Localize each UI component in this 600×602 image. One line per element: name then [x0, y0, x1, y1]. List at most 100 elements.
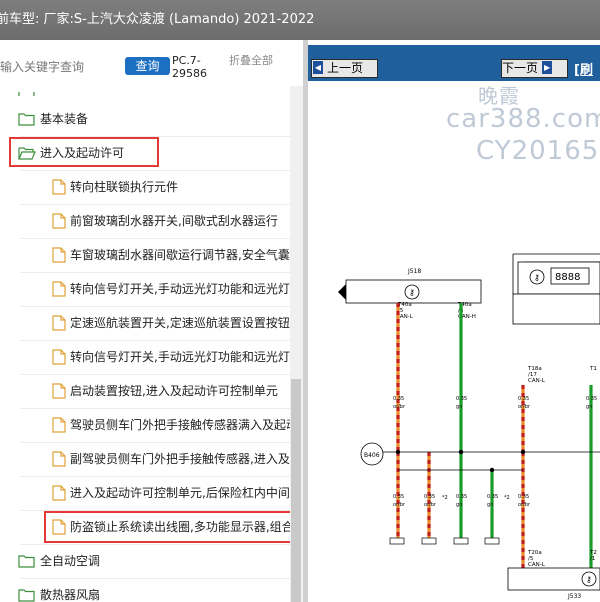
- tree-scrollbar[interactable]: [290, 86, 303, 602]
- watermark-cy: CY20165: [476, 136, 600, 166]
- tree-item-doc[interactable]: 副驾驶员侧车门外把手接触传感器,进入及起动: [52, 444, 290, 474]
- highlight-box-immobilizer: [44, 511, 297, 543]
- wire-label: gn: [456, 404, 462, 410]
- collapse-all-button[interactable]: 折叠全部: [229, 54, 277, 67]
- connector-arrow: [338, 284, 346, 300]
- junction-dot: [458, 449, 464, 455]
- document-icon: [52, 212, 66, 229]
- tree-divider: [20, 204, 290, 205]
- wire-label: gn: [487, 502, 493, 508]
- folder-icon: [18, 588, 35, 602]
- label-b406: B406: [364, 452, 380, 459]
- tree-item-label: 进入及起动许可控制单元,后保险杠内中间: [70, 486, 290, 500]
- tree-item-doc[interactable]: 转向信号灯开关,手动远光灯功能和远光灯: [52, 342, 290, 372]
- window-titlebar: 前车型: 厂家:S-上汽大众凌渡 (Lamando) 2021-2022: [0, 0, 600, 40]
- diagram-viewer: ◀ 上一页 下一页 ▶ [刷 J518 ⚷ T40a /5 CAN-L T40a /…: [308, 40, 600, 602]
- tree-item-doc[interactable]: 启动装置按钮,进入及起动许可控制单元: [52, 376, 290, 406]
- wire-label: or/br: [518, 502, 531, 508]
- document-icon: [52, 484, 66, 501]
- wire-note: *2: [504, 495, 510, 501]
- tree-item-label: 车窗玻璃刮水器间歇运行调节器,安全气囊: [70, 248, 290, 262]
- component-box: [512, 293, 600, 325]
- wire-label: or/br: [424, 502, 437, 508]
- connector-pin: [453, 537, 469, 545]
- tree-divider: [20, 238, 290, 239]
- wire-label: 0.35: [393, 396, 404, 402]
- tree-divider: [20, 272, 290, 273]
- wire-label: gn: [456, 502, 462, 508]
- tree-divider: [20, 408, 290, 409]
- tree-divider: [20, 544, 290, 545]
- tree-item-basic-equipment[interactable]: 基本装备: [18, 104, 290, 134]
- watermark-car388: car388.com: [446, 104, 600, 134]
- watermark-glyph: 晚霞: [478, 84, 520, 108]
- wire-label: 0.35: [393, 494, 404, 500]
- key-icon: ⚷: [586, 575, 592, 584]
- connector-pin: [389, 537, 405, 545]
- document-icon: [52, 178, 66, 195]
- tree-divider: [20, 374, 290, 375]
- wire-label: 0.35: [586, 396, 597, 402]
- connector-pin: [421, 537, 437, 545]
- junction-dot: [520, 449, 526, 455]
- tree-item-doc[interactable]: 进入及起动许可控制单元,后保险杠内中间: [52, 478, 290, 508]
- tree-item-label: 转向信号灯开关,手动远光灯功能和远光灯: [70, 282, 290, 296]
- tree-item-radiator-fan[interactable]: 散热器风扇: [18, 580, 290, 602]
- label-t18a-sig: CAN-L: [528, 378, 546, 384]
- document-icon: [52, 246, 66, 263]
- tree-item-doc[interactable]: 车窗玻璃刮水器间歇运行调节器,安全气囊: [52, 240, 290, 270]
- tree-item-doc[interactable]: 转向信号灯开关,手动远光灯功能和远光灯: [52, 274, 290, 304]
- tree-item-label: 转向柱联锁执行元件: [70, 180, 179, 194]
- display-digits: 8888: [555, 272, 580, 283]
- tree-divider: [20, 442, 290, 443]
- tree-divider: [20, 340, 290, 341]
- label-j533: J533: [567, 593, 581, 600]
- tree-item-label: 散热器风扇: [40, 588, 101, 602]
- document-icon: [52, 450, 66, 467]
- wire-label: 0.35: [518, 396, 529, 402]
- tree-item-doc[interactable]: 驾驶员侧车门外把手接触传感器满入及起动: [52, 410, 290, 440]
- wire-label: 0.35: [456, 494, 467, 500]
- tree-item-stub[interactable]: [18, 82, 290, 96]
- left-tree-panel: 输入关键字查询 查询 PC.7-29586 折叠全部 基本装备 进入及起动许可 …: [0, 40, 303, 602]
- wire-label: gn: [586, 404, 592, 410]
- junction-dot: [489, 467, 495, 473]
- query-button[interactable]: 查询: [125, 57, 170, 75]
- wire-label: or/br: [393, 404, 406, 410]
- label-j518: J518: [407, 268, 421, 275]
- scrollbar-thumb[interactable]: [291, 379, 301, 602]
- wire-label: 0.35: [424, 494, 435, 500]
- wire-label: or/br: [393, 502, 406, 508]
- tree-item-label: 全自动空调: [40, 554, 101, 568]
- window-title: 前车型: 厂家:S-上汽大众凌渡 (Lamando) 2021-2022: [0, 12, 315, 27]
- tree-item-doc[interactable]: 前窗玻璃刮水器开关,间歇式刮水器运行: [52, 206, 290, 236]
- document-icon: [52, 280, 66, 297]
- wire-label: 0.35: [456, 396, 467, 402]
- highlight-box-entry-start: [9, 137, 159, 167]
- connector-pin: [484, 537, 500, 545]
- folder-icon: [18, 554, 35, 568]
- tree-divider: [20, 170, 290, 171]
- wire-label: or/br: [518, 404, 531, 410]
- tree-item-label: 启动装置按钮,进入及起动许可控制单元: [70, 384, 278, 398]
- tree-item-doc[interactable]: 转向柱联锁执行元件: [52, 172, 290, 202]
- wire-note: *2: [442, 495, 448, 501]
- label-t20a-sig: CAN-L: [528, 562, 546, 568]
- tree-divider: [20, 476, 290, 477]
- tree-item-label: 基本装备: [40, 112, 89, 126]
- wire-label: 0.35: [518, 494, 529, 500]
- key-icon: ⚷: [534, 273, 540, 282]
- folder-icon: [18, 91, 35, 96]
- tree-divider: [20, 306, 290, 307]
- tree-item-label: 驾驶员侧车门外把手接触传感器满入及起动: [70, 418, 290, 432]
- document-icon: [52, 382, 66, 399]
- tree-item-doc[interactable]: 定速巡航装置开关,定速巡航装置设置按钮: [52, 308, 290, 338]
- pc-code-label: PC.7-29586: [172, 54, 207, 80]
- document-icon: [52, 348, 66, 365]
- tree-item-label: 定速巡航装置开关,定速巡航装置设置按钮: [70, 316, 290, 330]
- junction-dot: [395, 449, 401, 455]
- search-input[interactable]: 输入关键字查询: [0, 58, 118, 76]
- tree-divider: [20, 578, 290, 579]
- tree-item-auto-ac[interactable]: 全自动空调: [18, 546, 290, 576]
- tree-item-label: 转向信号灯开关,手动远光灯功能和远光灯: [70, 350, 290, 364]
